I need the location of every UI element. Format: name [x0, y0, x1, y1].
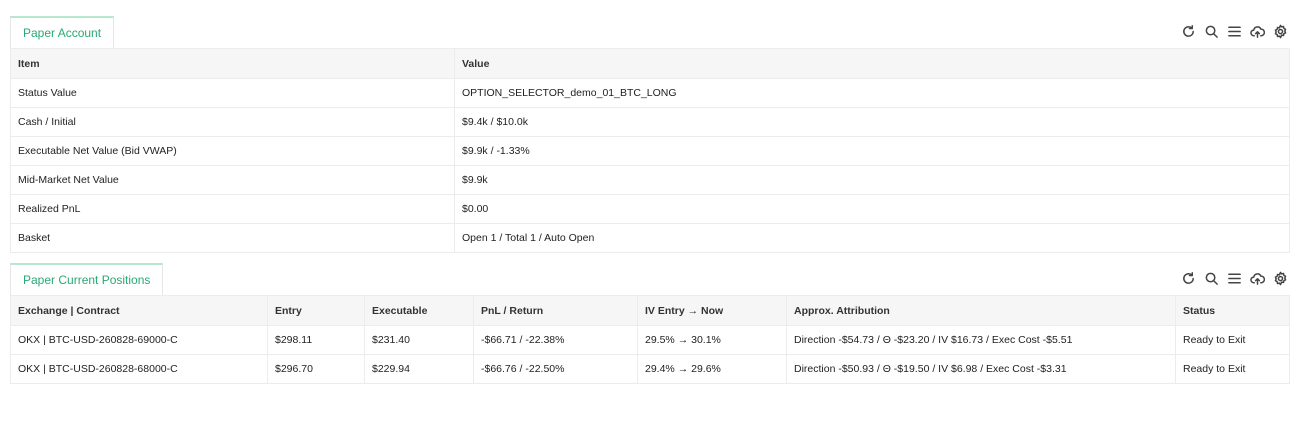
paper-positions-tabbar: Paper Current Positions — [10, 262, 1289, 295]
cell-executable: $229.94 — [364, 354, 474, 384]
search-icon[interactable] — [1203, 270, 1220, 287]
cell-item: Executable Net Value (Bid VWAP) — [10, 136, 455, 166]
cell-item: Basket — [10, 223, 455, 253]
cell-value: $9.4k / $10.0k — [454, 107, 1290, 137]
table-row: Status Value OPTION_SELECTOR_demo_01_BTC… — [10, 78, 1290, 108]
column-header-executable[interactable]: Executable — [364, 295, 474, 326]
table-row: Mid-Market Net Value $9.9k — [10, 165, 1290, 195]
column-header-item[interactable]: Item — [10, 48, 455, 79]
column-header-iv[interactable]: IV Entry → Now — [637, 295, 787, 326]
table-header-row: Item Value — [10, 48, 1290, 79]
table-row: Realized PnL $0.00 — [10, 194, 1290, 224]
cell-value: Open 1 / Total 1 / Auto Open — [454, 223, 1290, 253]
column-header-entry[interactable]: Entry — [267, 295, 365, 326]
cloud-upload-icon[interactable] — [1249, 23, 1266, 40]
paper-positions-toolbar — [1180, 270, 1289, 287]
list-icon[interactable] — [1226, 23, 1243, 40]
table-row: Executable Net Value (Bid VWAP) $9.9k / … — [10, 136, 1290, 166]
tab-paper-current-positions[interactable]: Paper Current Positions — [10, 263, 164, 295]
cell-executable: $231.40 — [364, 325, 474, 355]
cell-value: OPTION_SELECTOR_demo_01_BTC_LONG — [454, 78, 1290, 108]
cell-attribution: Direction -$54.73 / Θ -$23.20 / IV $16.7… — [786, 325, 1176, 355]
table-row[interactable]: OKX | BTC-USD-260828-69000-C $298.11 $23… — [10, 325, 1290, 355]
paper-positions-table: Exchange | Contract Entry Executable PnL… — [10, 295, 1290, 384]
column-header-status[interactable]: Status — [1175, 295, 1290, 326]
paper-account-panel: Paper Account Item Value Status Value OP… — [10, 15, 1290, 253]
cell-contract: OKX | BTC-USD-260828-68000-C — [10, 354, 268, 384]
paper-account-toolbar — [1180, 23, 1289, 40]
list-icon[interactable] — [1226, 270, 1243, 287]
cell-value: $9.9k — [454, 165, 1290, 195]
cell-item: Status Value — [10, 78, 455, 108]
paper-positions-panel: Paper Current Positions Exchange | Contr… — [10, 262, 1290, 384]
cell-pnl: -$66.76 / -22.50% — [473, 354, 638, 384]
cell-iv: 29.5% → 30.1% — [637, 325, 787, 355]
gear-icon[interactable] — [1272, 270, 1289, 287]
column-header-pnl[interactable]: PnL / Return — [473, 295, 638, 326]
cell-entry: $296.70 — [267, 354, 365, 384]
table-header-row: Exchange | Contract Entry Executable PnL… — [10, 295, 1290, 326]
cell-iv: 29.4% → 29.6% — [637, 354, 787, 384]
cell-item: Cash / Initial — [10, 107, 455, 137]
gear-icon[interactable] — [1272, 23, 1289, 40]
cell-item: Mid-Market Net Value — [10, 165, 455, 195]
column-header-value[interactable]: Value — [454, 48, 1290, 79]
cell-attribution: Direction -$50.93 / Θ -$19.50 / IV $6.98… — [786, 354, 1176, 384]
search-icon[interactable] — [1203, 23, 1220, 40]
tab-paper-account[interactable]: Paper Account — [10, 16, 115, 48]
cell-value: $0.00 — [454, 194, 1290, 224]
cell-value: $9.9k / -1.33% — [454, 136, 1290, 166]
cell-entry: $298.11 — [267, 325, 365, 355]
paper-account-tabbar: Paper Account — [10, 15, 1289, 48]
cell-item: Realized PnL — [10, 194, 455, 224]
cell-pnl: -$66.71 / -22.38% — [473, 325, 638, 355]
table-row: Basket Open 1 / Total 1 / Auto Open — [10, 223, 1290, 253]
table-row: Cash / Initial $9.4k / $10.0k — [10, 107, 1290, 137]
cell-status: Ready to Exit — [1175, 354, 1290, 384]
paper-account-table: Item Value Status Value OPTION_SELECTOR_… — [10, 48, 1290, 253]
refresh-icon[interactable] — [1180, 270, 1197, 287]
table-row[interactable]: OKX | BTC-USD-260828-68000-C $296.70 $22… — [10, 354, 1290, 384]
refresh-icon[interactable] — [1180, 23, 1197, 40]
cloud-upload-icon[interactable] — [1249, 270, 1266, 287]
column-header-attribution[interactable]: Approx. Attribution — [786, 295, 1176, 326]
cell-status: Ready to Exit — [1175, 325, 1290, 355]
cell-contract: OKX | BTC-USD-260828-69000-C — [10, 325, 268, 355]
column-header-contract[interactable]: Exchange | Contract — [10, 295, 268, 326]
